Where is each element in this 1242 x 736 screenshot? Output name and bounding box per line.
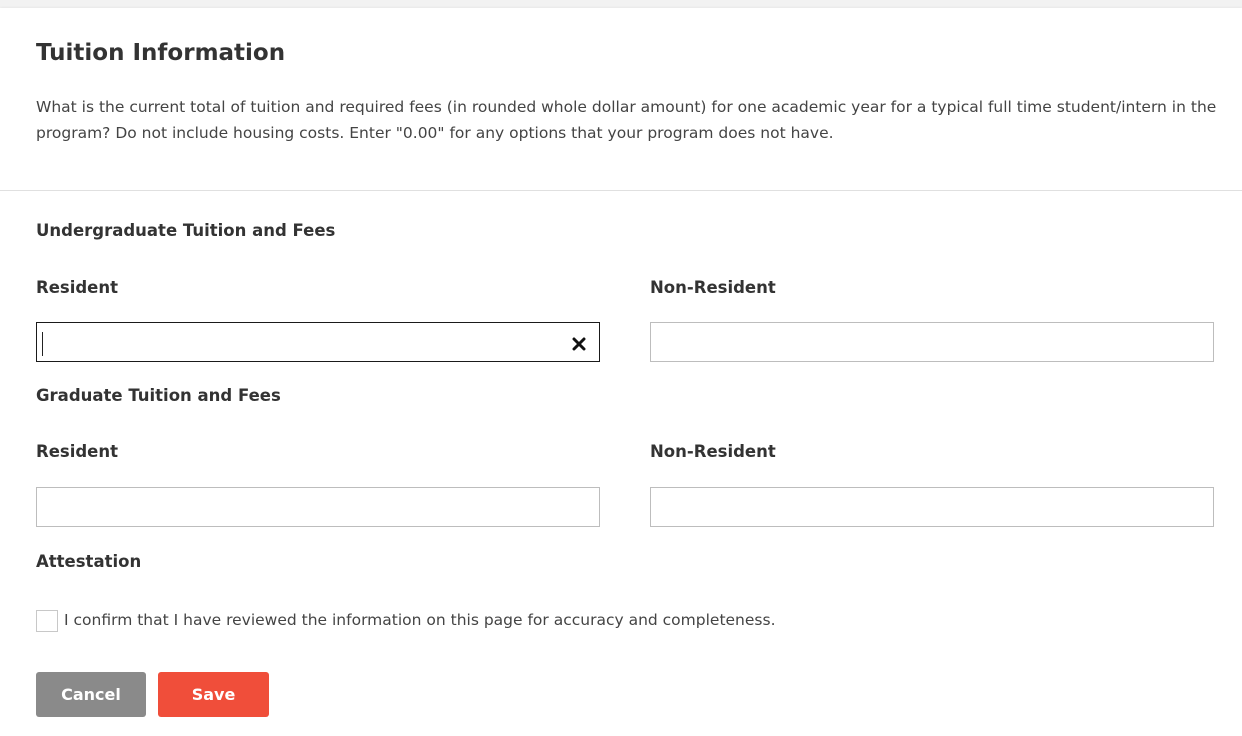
undergraduate-resident-input[interactable] xyxy=(36,322,600,362)
graduate-section-title: Graduate Tuition and Fees xyxy=(36,386,281,405)
attestation-checkbox-label[interactable]: I confirm that I have reviewed the infor… xyxy=(64,611,776,629)
graduate-non-resident-input[interactable] xyxy=(650,487,1214,527)
text-cursor xyxy=(42,332,43,356)
tuition-panel: Tuition Information What is the current … xyxy=(0,8,1242,736)
undergraduate-non-resident-label: Non-Resident xyxy=(650,278,776,297)
undergraduate-resident-label: Resident xyxy=(36,278,119,297)
panel-header: Tuition Information What is the current … xyxy=(0,8,1242,191)
page-description: What is the current total of tuition and… xyxy=(36,98,1217,142)
close-icon xyxy=(572,337,586,351)
save-button[interactable]: Save xyxy=(158,672,269,717)
undergraduate-non-resident-input[interactable] xyxy=(650,322,1214,362)
attestation-checkbox[interactable] xyxy=(36,610,58,632)
page-title: Tuition Information xyxy=(36,40,286,66)
graduate-resident-input[interactable] xyxy=(36,487,600,527)
attestation-section-title: Attestation xyxy=(36,552,142,571)
cancel-button[interactable]: Cancel xyxy=(36,672,146,717)
undergraduate-section-title: Undergraduate Tuition and Fees xyxy=(36,221,336,240)
clear-input-button[interactable] xyxy=(568,332,590,356)
graduate-resident-label: Resident xyxy=(36,442,119,461)
graduate-non-resident-label: Non-Resident xyxy=(650,442,776,461)
